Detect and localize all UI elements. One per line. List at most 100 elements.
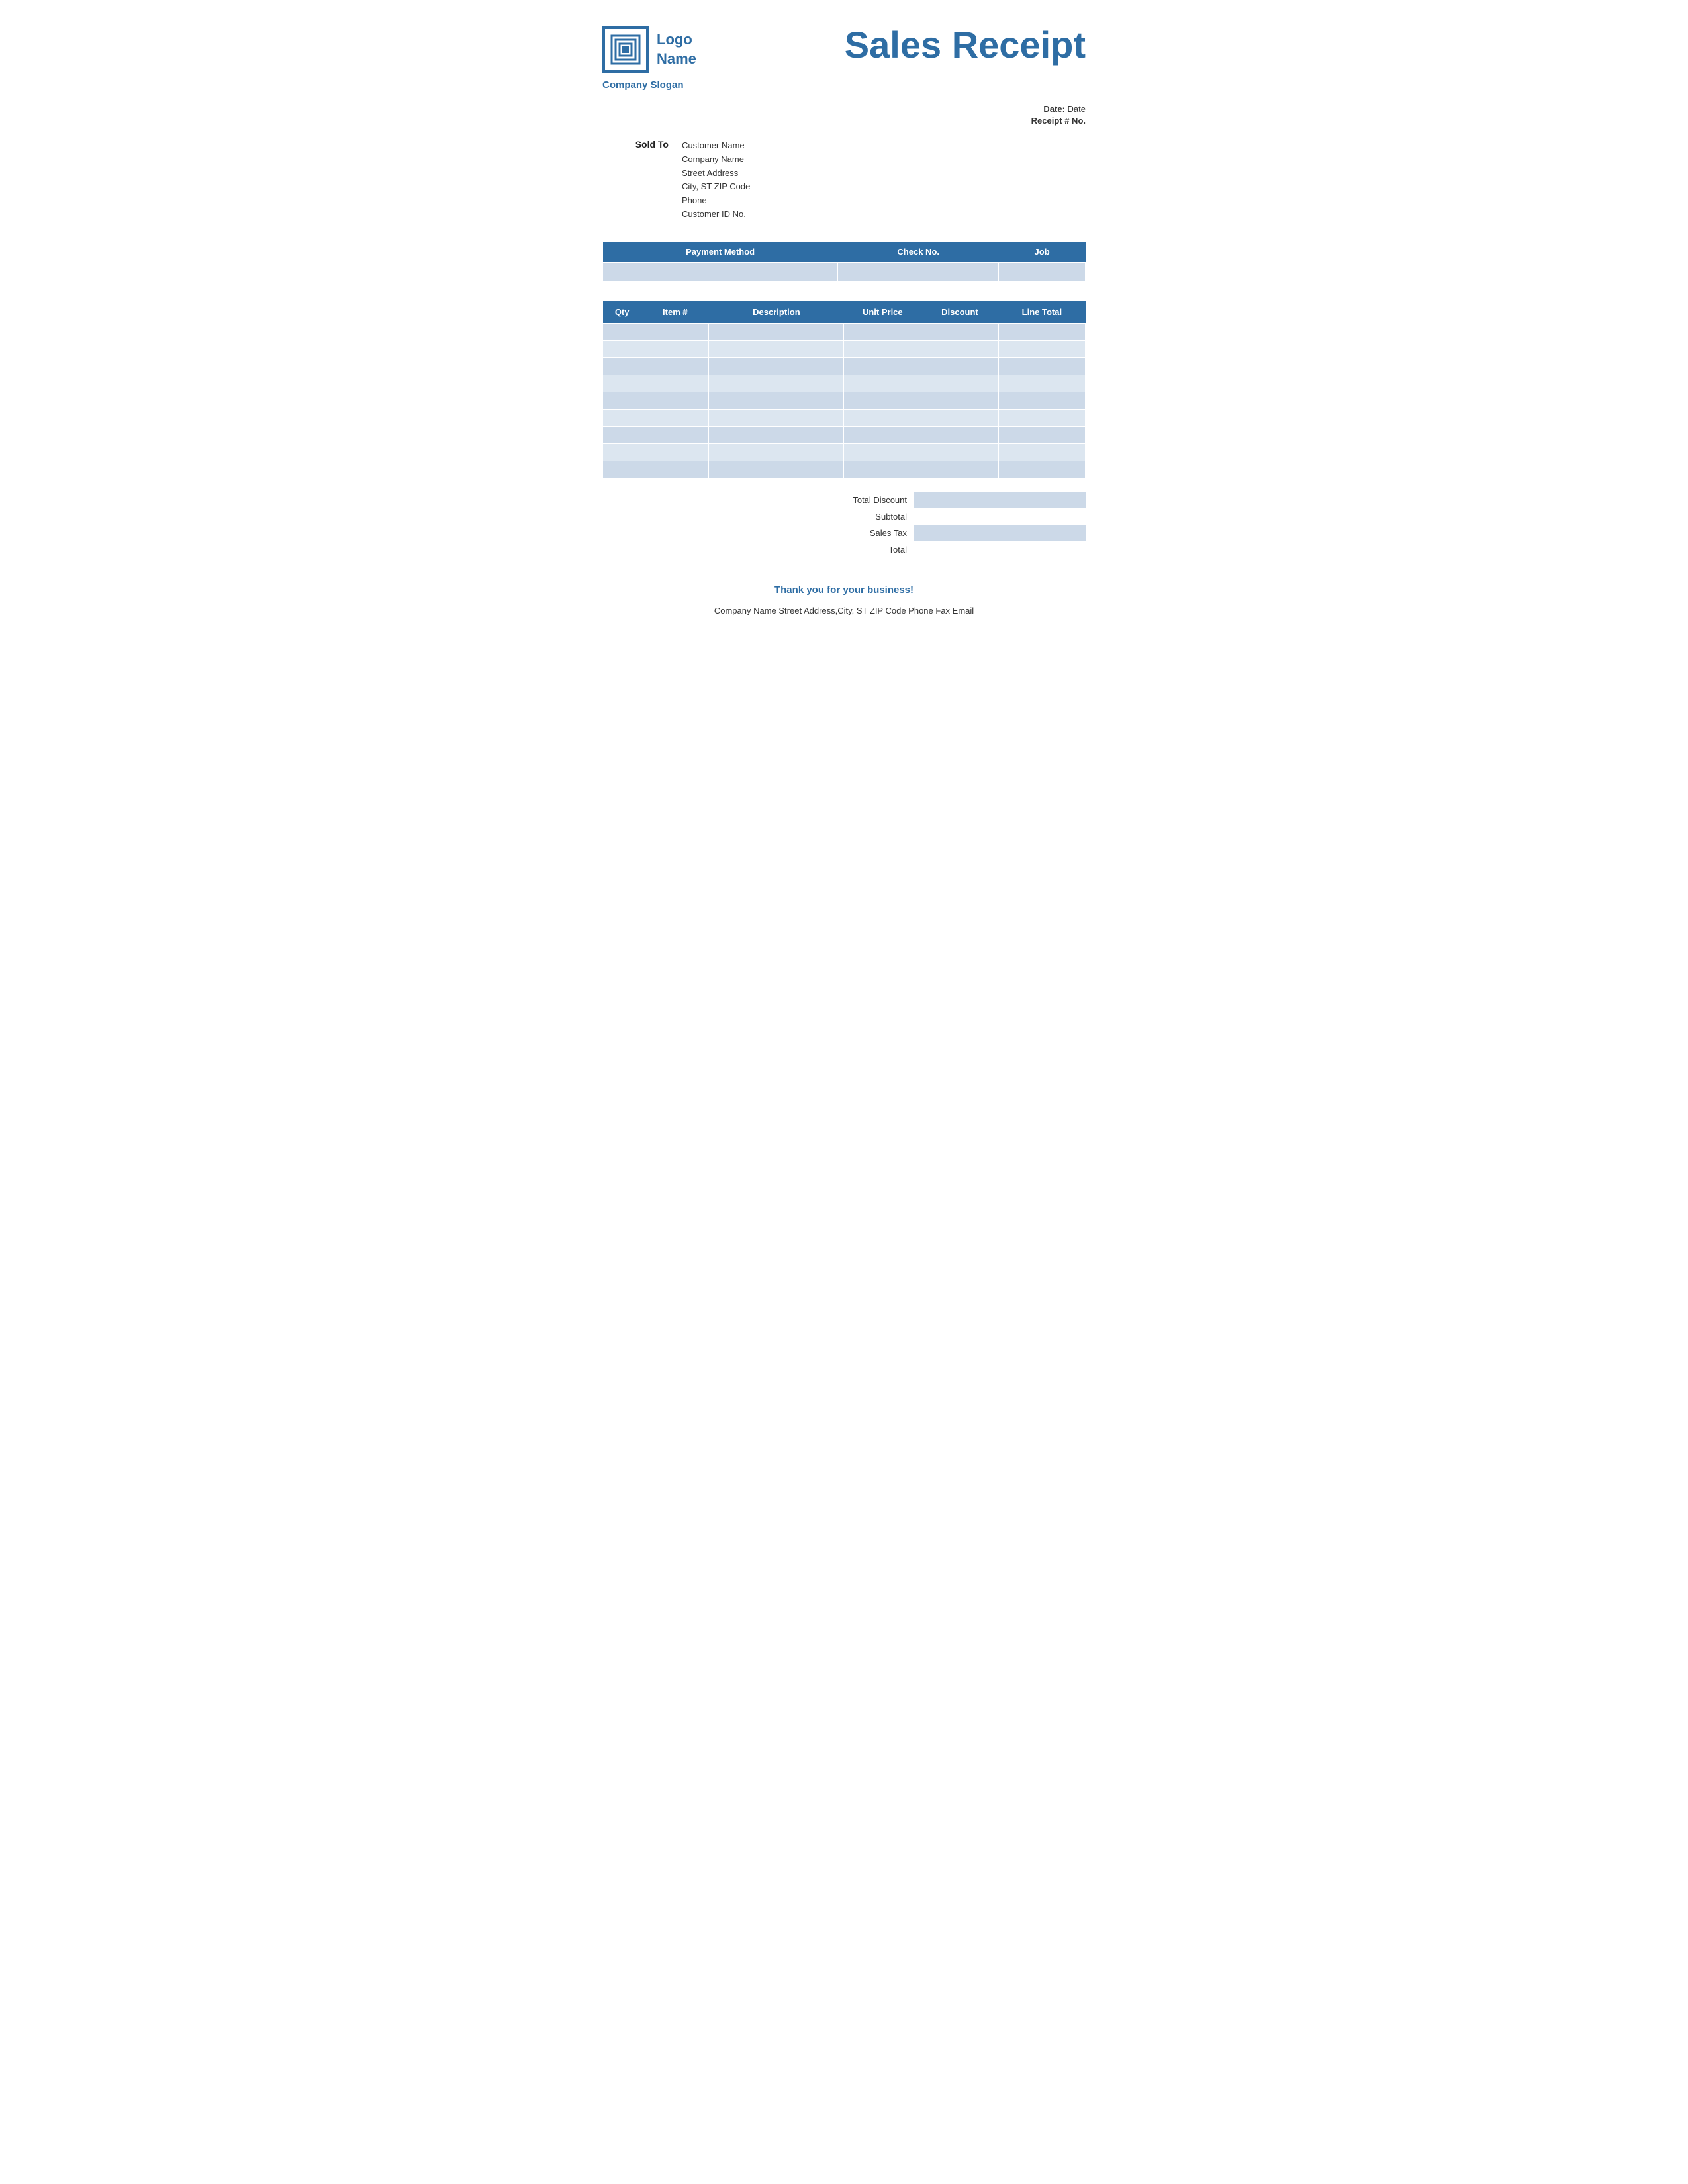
sold-to-details: Customer Name Company Name Street Addres… bbox=[682, 139, 750, 222]
table-cell bbox=[709, 323, 844, 340]
table-cell bbox=[641, 340, 709, 357]
table-cell bbox=[844, 409, 921, 426]
footer-address: Company Name Street Address,City, ST ZIP… bbox=[602, 606, 1086, 615]
totals-section: Total Discount Subtotal Sales Tax Total bbox=[602, 492, 1086, 558]
table-row bbox=[603, 323, 1086, 340]
unit-price-header: Unit Price bbox=[844, 301, 921, 324]
table-cell bbox=[998, 443, 1085, 461]
discount-header: Discount bbox=[921, 301, 999, 324]
table-cell bbox=[709, 375, 844, 392]
table-cell bbox=[844, 340, 921, 357]
table-cell bbox=[921, 409, 999, 426]
table-cell bbox=[998, 340, 1085, 357]
street-address: Street Address bbox=[682, 167, 750, 181]
date-value: Date bbox=[1068, 104, 1086, 114]
job-cell bbox=[999, 262, 1086, 281]
check-no-cell bbox=[838, 262, 999, 281]
table-cell bbox=[709, 340, 844, 357]
table-row bbox=[603, 443, 1086, 461]
table-cell bbox=[641, 426, 709, 443]
subtotal-label: Subtotal bbox=[821, 508, 914, 525]
total-row: Total bbox=[821, 541, 1086, 558]
date-label: Date: bbox=[1043, 104, 1065, 114]
table-row bbox=[603, 357, 1086, 375]
total-discount-row: Total Discount bbox=[821, 492, 1086, 508]
receipt-label: Receipt # No. bbox=[1031, 116, 1086, 126]
table-cell bbox=[603, 392, 641, 409]
table-row bbox=[603, 392, 1086, 409]
total-value bbox=[914, 541, 1086, 558]
table-cell bbox=[603, 409, 641, 426]
sales-tax-label: Sales Tax bbox=[821, 525, 914, 541]
table-row bbox=[603, 340, 1086, 357]
table-cell bbox=[998, 426, 1085, 443]
table-cell bbox=[709, 443, 844, 461]
table-cell bbox=[641, 375, 709, 392]
table-cell bbox=[998, 357, 1085, 375]
company-slogan: Company Slogan bbox=[602, 79, 1086, 91]
table-cell bbox=[921, 357, 999, 375]
logo-icon bbox=[602, 26, 649, 73]
company-name: Company Name bbox=[682, 153, 750, 167]
table-cell bbox=[998, 375, 1085, 392]
sales-tax-value bbox=[914, 525, 1086, 541]
table-cell bbox=[921, 375, 999, 392]
table-cell bbox=[921, 443, 999, 461]
subtotal-row: Subtotal bbox=[821, 508, 1086, 525]
phone: Phone bbox=[682, 194, 750, 208]
item-header: Item # bbox=[641, 301, 709, 324]
total-discount-value2 bbox=[1000, 492, 1086, 508]
items-table: Qty Item # Description Unit Price Discou… bbox=[602, 301, 1086, 478]
subtotal-value bbox=[914, 508, 1086, 525]
table-cell bbox=[603, 426, 641, 443]
description-header: Description bbox=[709, 301, 844, 324]
date-receipt-section: Date: Date Receipt # No. bbox=[602, 104, 1086, 126]
table-cell bbox=[709, 461, 844, 478]
table-cell bbox=[603, 461, 641, 478]
table-cell bbox=[844, 426, 921, 443]
table-cell bbox=[998, 392, 1085, 409]
table-cell bbox=[998, 323, 1085, 340]
table-row bbox=[603, 409, 1086, 426]
table-cell bbox=[709, 392, 844, 409]
logo-area: Logo Name bbox=[602, 26, 696, 73]
page-title: Sales Receipt bbox=[845, 26, 1086, 64]
totals-table: Total Discount Subtotal Sales Tax Total bbox=[821, 492, 1086, 558]
table-cell bbox=[641, 323, 709, 340]
customer-name: Customer Name bbox=[682, 139, 750, 153]
payment-table: Payment Method Check No. Job bbox=[602, 242, 1086, 281]
sales-tax-row: Sales Tax bbox=[821, 525, 1086, 541]
table-cell bbox=[603, 323, 641, 340]
qty-header: Qty bbox=[603, 301, 641, 324]
table-cell bbox=[921, 392, 999, 409]
table-cell bbox=[603, 357, 641, 375]
total-label: Total bbox=[821, 541, 914, 558]
sold-to-label: Sold To bbox=[602, 139, 682, 222]
table-cell bbox=[921, 461, 999, 478]
table-cell bbox=[641, 443, 709, 461]
table-row bbox=[603, 375, 1086, 392]
table-cell bbox=[921, 426, 999, 443]
table-row bbox=[603, 426, 1086, 443]
job-header: Job bbox=[999, 242, 1086, 263]
payment-method-cell bbox=[603, 262, 838, 281]
thank-you-message: Thank you for your business! bbox=[602, 584, 1086, 596]
table-cell bbox=[921, 340, 999, 357]
total-discount-label: Total Discount bbox=[821, 492, 914, 508]
logo-text: Logo Name bbox=[657, 30, 696, 68]
table-cell bbox=[844, 357, 921, 375]
line-total-header: Line Total bbox=[998, 301, 1085, 324]
table-cell bbox=[844, 443, 921, 461]
table-cell bbox=[603, 375, 641, 392]
payment-row bbox=[603, 262, 1086, 281]
receipt-line: Receipt # No. bbox=[602, 116, 1086, 126]
page-header: Logo Name Sales Receipt bbox=[602, 26, 1086, 73]
table-cell bbox=[844, 461, 921, 478]
table-cell bbox=[844, 323, 921, 340]
table-cell bbox=[844, 392, 921, 409]
table-cell bbox=[641, 392, 709, 409]
date-line: Date: Date bbox=[602, 104, 1086, 114]
table-cell bbox=[641, 357, 709, 375]
table-cell bbox=[641, 409, 709, 426]
check-no-header: Check No. bbox=[838, 242, 999, 263]
